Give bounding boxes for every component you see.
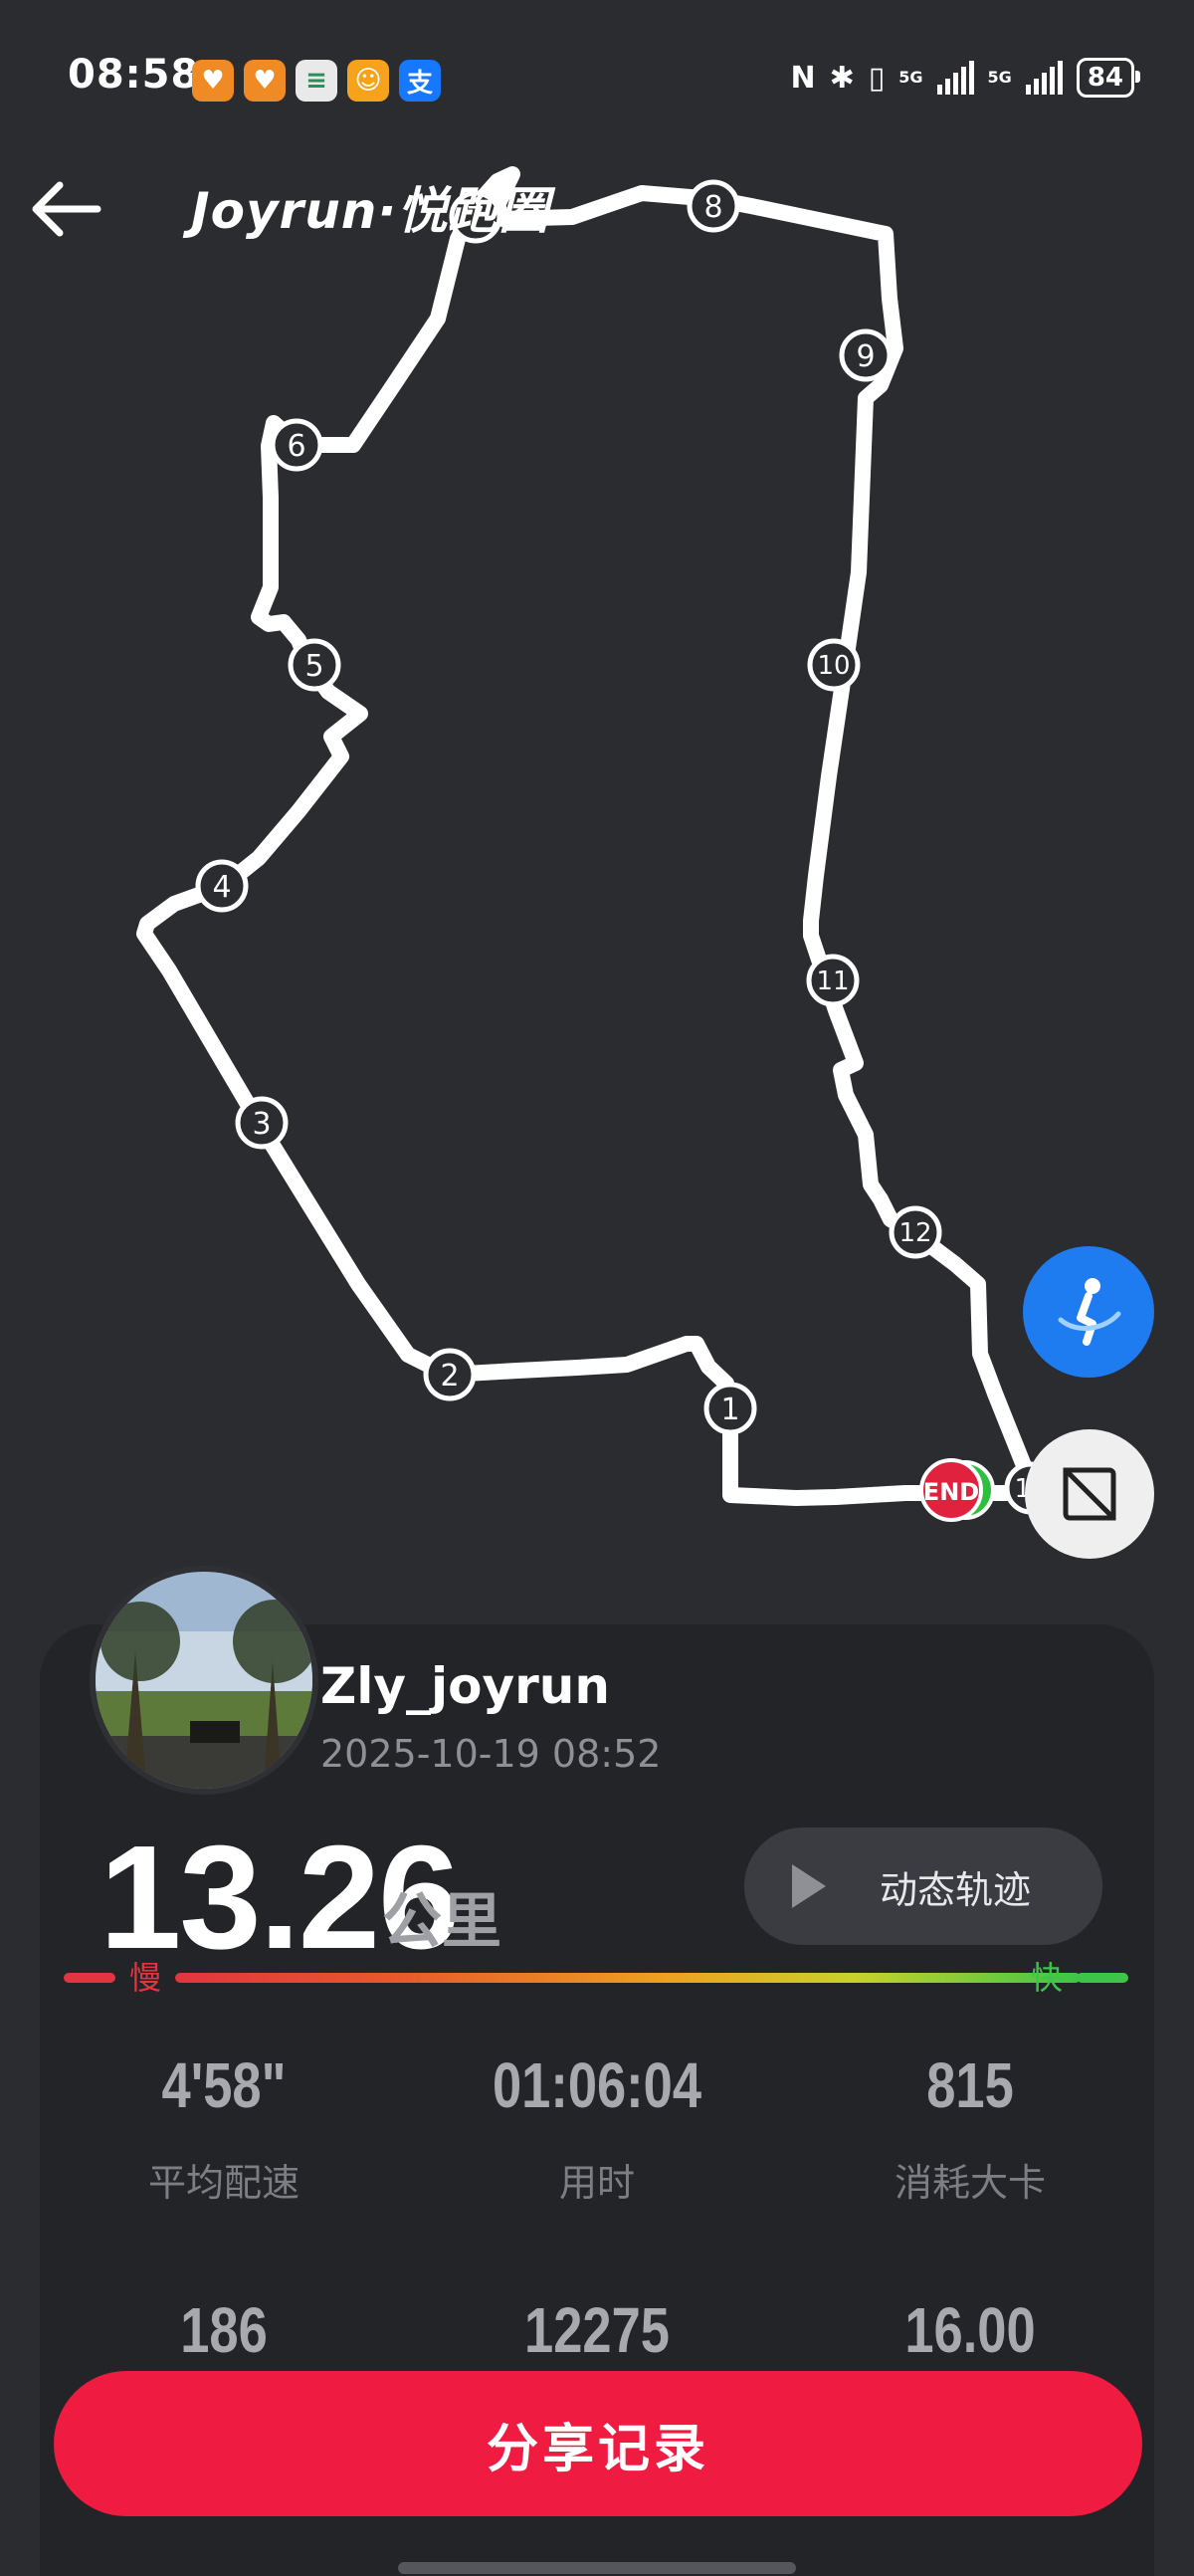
stat-value: 12275 bbox=[524, 2294, 670, 2366]
distance-unit: 公里 bbox=[382, 1887, 501, 1957]
pace-slow-label: 慢 bbox=[129, 1959, 162, 1997]
runner-icon bbox=[1058, 1278, 1121, 1346]
battery-icon: 84 bbox=[1076, 58, 1141, 98]
stat-value: 16.00 bbox=[904, 2294, 1036, 2366]
stat-duration: 01:06:04 用时 bbox=[433, 2048, 761, 2207]
route-path bbox=[136, 166, 1043, 1506]
pace-gradient-segment bbox=[175, 1973, 1081, 1983]
vibrate-icon: ▯ bbox=[868, 60, 886, 96]
signal-2-icon bbox=[1025, 61, 1063, 95]
stat-label: 用时 bbox=[558, 2161, 635, 2205]
username: Zly_joyrun bbox=[320, 1657, 610, 1715]
end-marker: END bbox=[919, 1458, 983, 1522]
pace-fast-segment bbox=[1077, 1973, 1128, 1983]
stat-value: 4'58" bbox=[161, 2049, 287, 2121]
pace-slow-segment bbox=[64, 1973, 115, 1983]
bluetooth-icon: ✱ bbox=[829, 60, 855, 96]
wallet-app-icon: ≡ bbox=[296, 60, 337, 102]
svg-text:3: 3 bbox=[252, 1107, 271, 1142]
svg-text:12: 12 bbox=[898, 1218, 931, 1248]
pace-fast-label: 快 bbox=[1031, 1959, 1064, 1997]
share-record-button[interactable]: 分享记录 bbox=[54, 2371, 1142, 2516]
svg-text:9: 9 bbox=[856, 339, 875, 374]
stat-avg-pace: 4'58" 平均配速 bbox=[60, 2048, 388, 2207]
route-map[interactable]: 1 2 3 4 5 6 7 8 9 10 11 12 13 END bbox=[0, 149, 1194, 1573]
stat-stride: 16.00 bbox=[806, 2293, 1134, 2367]
run-mode-button[interactable] bbox=[1023, 1246, 1154, 1378]
back-arrow-icon[interactable] bbox=[26, 169, 105, 249]
stat-value: 815 bbox=[926, 2049, 1014, 2121]
km-marker-2: 2 bbox=[423, 1348, 477, 1401]
svg-text:11: 11 bbox=[816, 966, 849, 996]
notification-icons: ♥ ♥ ≡ ☺ 支 bbox=[192, 60, 441, 102]
svg-text:1: 1 bbox=[720, 1393, 739, 1427]
svg-text:8: 8 bbox=[703, 190, 722, 225]
svg-text:5: 5 bbox=[304, 649, 323, 684]
network-type-1: 5G bbox=[898, 68, 923, 87]
signal-icon bbox=[936, 61, 974, 95]
mini-program-icon: ☺ bbox=[347, 60, 389, 102]
km-marker-1: 1 bbox=[703, 1382, 757, 1435]
play-icon bbox=[792, 1864, 826, 1908]
stat-value: 01:06:04 bbox=[492, 2049, 702, 2121]
svg-text:10: 10 bbox=[817, 651, 850, 681]
replay-track-button[interactable]: 动态轨迹 bbox=[744, 1827, 1102, 1945]
network-type-2: 5G bbox=[987, 68, 1012, 87]
stat-calories: 815 消耗大卡 bbox=[806, 2048, 1134, 2207]
km-marker-6: 6 bbox=[270, 418, 323, 472]
stat-value: 186 bbox=[180, 2294, 268, 2366]
health-app-2-icon: ♥ bbox=[244, 60, 286, 102]
stat-cadence: 186 bbox=[60, 2293, 388, 2367]
fullscreen-button[interactable] bbox=[1025, 1429, 1154, 1559]
replay-track-label: 动态轨迹 bbox=[880, 1867, 1032, 1912]
avatar[interactable] bbox=[90, 1566, 318, 1795]
svg-text:4: 4 bbox=[212, 870, 231, 905]
run-datetime: 2025-10-19 08:52 bbox=[320, 1732, 662, 1776]
route-markers: 1 2 3 4 5 6 7 8 9 10 11 12 13 bbox=[195, 179, 1058, 1515]
pace-gradient-bar bbox=[64, 1961, 1128, 1995]
status-bar: 08:58 ♥ ♥ ≡ ☺ 支 N ✱ ▯ 5G 5G 84 bbox=[0, 0, 1194, 159]
svg-text:2: 2 bbox=[440, 1359, 459, 1394]
nfc-icon: N bbox=[790, 60, 816, 96]
km-marker-4: 4 bbox=[195, 859, 249, 913]
km-marker-12: 12 bbox=[889, 1205, 942, 1259]
stat-label: 平均配速 bbox=[147, 2161, 299, 2205]
km-marker-8: 8 bbox=[687, 179, 740, 233]
expand-icon bbox=[1063, 1467, 1116, 1521]
km-marker-3: 3 bbox=[235, 1096, 289, 1150]
health-app-icon: ♥ bbox=[192, 60, 234, 102]
brand-logo: Joyrun·悦跑圈 bbox=[191, 182, 550, 240]
km-marker-9: 9 bbox=[839, 328, 893, 382]
svg-text:END: END bbox=[923, 1478, 979, 1506]
avatar-image bbox=[96, 1572, 312, 1789]
alipay-icon: 支 bbox=[399, 60, 441, 102]
stat-steps: 12275 bbox=[433, 2293, 761, 2367]
km-marker-11: 11 bbox=[806, 954, 860, 1007]
km-marker-10: 10 bbox=[807, 638, 861, 692]
svg-text:6: 6 bbox=[287, 429, 305, 464]
system-icons: N ✱ ▯ 5G 5G 84 bbox=[790, 58, 1141, 98]
home-indicator[interactable] bbox=[398, 2562, 796, 2574]
km-marker-5: 5 bbox=[288, 638, 341, 692]
stat-label: 消耗大卡 bbox=[894, 2161, 1046, 2205]
status-time: 08:58 bbox=[68, 52, 200, 98]
